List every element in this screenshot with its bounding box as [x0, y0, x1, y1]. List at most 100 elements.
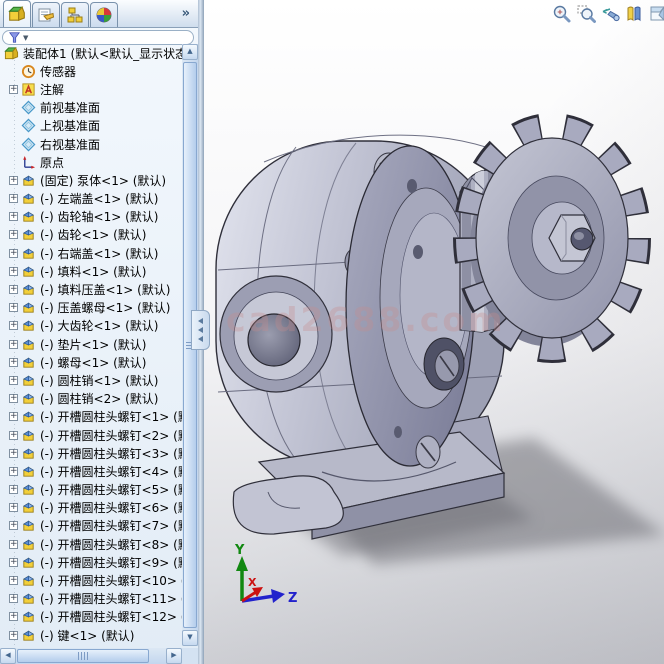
tree-root-label: 装配体1 (默认<默认_显示状态: [23, 45, 182, 62]
tab-overflow-chevron[interactable]: »: [182, 6, 190, 21]
expand-toggle[interactable]: +: [9, 503, 18, 512]
expand-toggle[interactable]: +: [9, 230, 18, 239]
part-icon: [21, 282, 36, 297]
tree-root-assembly[interactable]: 装配体1 (默认<默认_显示状态: [0, 44, 182, 62]
large-gear[interactable]: [468, 128, 636, 348]
tree-item[interactable]: +(-) 右端盖<1> (默认): [0, 244, 182, 262]
expand-toggle[interactable]: +: [9, 467, 18, 476]
tree-item[interactable]: +(-) 填料<1> (默认): [0, 262, 182, 280]
expand-toggle[interactable]: +: [9, 267, 18, 276]
tree-item[interactable]: +(-) 齿轮<1> (默认): [0, 226, 182, 244]
filter-bar[interactable]: ▼: [2, 30, 194, 45]
tree-item[interactable]: +(-) 开槽圆柱头螺钉<4> (默认): [0, 462, 182, 480]
expand-toggle[interactable]: +: [9, 285, 18, 294]
expand-toggle[interactable]: +: [9, 394, 18, 403]
tree-item-label: (-) 开槽圆柱头螺钉<3> (默认): [40, 445, 182, 462]
expand-toggle[interactable]: +: [9, 521, 18, 530]
filter-caret-icon[interactable]: ▼: [23, 34, 28, 42]
expand-toggle[interactable]: +: [9, 376, 18, 385]
triad-y-label: Y: [234, 543, 245, 558]
tree-item[interactable]: +(-) 开槽圆柱头螺钉<11> (默认): [0, 590, 182, 608]
displaymanager-tab[interactable]: [90, 2, 118, 27]
scroll-up-button[interactable]: ▲: [182, 44, 198, 60]
tree-item[interactable]: +(-) 填料压盖<1> (默认): [0, 280, 182, 298]
expand-toggle[interactable]: +: [9, 85, 18, 94]
tree-item-label: (-) 开槽圆柱头螺钉<6> (默认): [40, 499, 182, 516]
expand-toggle[interactable]: +: [9, 540, 18, 549]
tree-item[interactable]: + (-) 开槽圆柱头螺钉<3> (默认): [0, 444, 182, 462]
tree-horizontal-scrollbar[interactable]: ◀ ▶: [0, 648, 182, 664]
expand-toggle[interactable]: +: [9, 194, 18, 203]
zoom-in-out-icon[interactable]: [552, 4, 572, 24]
tree-item[interactable]: +(-) 开槽圆柱头螺钉<7> (默认): [0, 517, 182, 535]
scroll-down-button[interactable]: ▼: [182, 630, 198, 646]
tree-item[interactable]: +(-) 大齿轮<1> (默认): [0, 317, 182, 335]
part-icon: [21, 500, 36, 515]
part-icon: [21, 264, 36, 279]
expand-toggle[interactable]: +: [9, 176, 18, 185]
previous-view-icon[interactable]: [600, 4, 620, 24]
configurationmanager-tab[interactable]: [61, 2, 89, 27]
section-view-icon[interactable]: [624, 4, 644, 24]
tree-item[interactable]: +上视基准面: [0, 117, 182, 135]
tree-item[interactable]: +(固定) 泵体<1> (默认): [0, 171, 182, 189]
tree-item[interactable]: +(-) 螺母<1> (默认): [0, 353, 182, 371]
tree-item[interactable]: +(-) 垫片<1> (默认): [0, 335, 182, 353]
tree-item[interactable]: +(-) 开槽圆柱头螺钉<12> (默认): [0, 608, 182, 626]
tree-item-label: (-) 开槽圆柱头螺钉<8> (默认): [40, 536, 182, 553]
expand-toggle[interactable]: +: [9, 431, 18, 440]
port-bore: [248, 314, 300, 366]
tree-item[interactable]: +注解: [0, 80, 182, 98]
part-icon: [21, 409, 36, 424]
expand-toggle[interactable]: +: [9, 249, 18, 258]
scroll-right-button[interactable]: ▶: [166, 648, 182, 664]
expand-toggle[interactable]: +: [9, 594, 18, 603]
expand-toggle[interactable]: +: [9, 358, 18, 367]
expand-toggle[interactable]: +: [9, 212, 18, 221]
tree-item[interactable]: +(-) 圆柱销<1> (默认): [0, 371, 182, 389]
tree-item[interactable]: +原点: [0, 153, 182, 171]
part-icon: [21, 537, 36, 552]
tree-item[interactable]: + (-) 齿轮轴<1> (默认): [0, 208, 182, 226]
zoom-to-area-icon[interactable]: [576, 4, 596, 24]
scroll-left-button[interactable]: ◀: [0, 648, 16, 664]
end-cover-flange[interactable]: [346, 146, 474, 468]
triad-x-label: X: [248, 576, 257, 589]
tree-item[interactable]: + (-) 开槽圆柱头螺钉<6> (默认): [0, 499, 182, 517]
expand-toggle[interactable]: +: [9, 631, 18, 640]
expand-toggle[interactable]: +: [9, 485, 18, 494]
part-icon: [21, 318, 36, 333]
graphics-viewport[interactable]: Y Z X cad2688.com: [204, 0, 664, 664]
expand-toggle[interactable]: +: [9, 321, 18, 330]
expand-toggle[interactable]: +: [9, 303, 18, 312]
tree-item[interactable]: + (-) 圆柱销<2> (默认): [0, 390, 182, 408]
tree-item-label: (-) 圆柱销<2> (默认): [40, 390, 158, 407]
tree-item[interactable]: +前视基准面: [0, 99, 182, 117]
expand-toggle[interactable]: +: [9, 558, 18, 567]
tree-item[interactable]: +右视基准面: [0, 135, 182, 153]
featuremanager-tab[interactable]: [3, 0, 31, 27]
expand-toggle[interactable]: +: [9, 340, 18, 349]
tree-item[interactable]: +(-) 开槽圆柱头螺钉<10> (默认): [0, 571, 182, 589]
tree-item[interactable]: +传感器: [0, 62, 182, 80]
propertymanager-tab[interactable]: [32, 2, 60, 27]
tree-item[interactable]: +(-) 压盖螺母<1> (默认): [0, 299, 182, 317]
tree-item-label: (-) 齿轮轴<1> (默认): [40, 208, 158, 225]
tree-item[interactable]: +(-) 开槽圆柱头螺钉<1> (默认): [0, 408, 182, 426]
tree-item[interactable]: + (-) 开槽圆柱头螺钉<8> (默认): [0, 535, 182, 553]
expand-toggle[interactable]: +: [9, 449, 18, 458]
tree-item[interactable]: +(-) 开槽圆柱头螺钉<9> (默认): [0, 553, 182, 571]
view-orientation-icon[interactable]: [648, 4, 664, 24]
expand-toggle[interactable]: +: [9, 612, 18, 621]
tree-item[interactable]: +(-) 开槽圆柱头螺钉<5> (默认): [0, 481, 182, 499]
expand-toggle[interactable]: +: [9, 576, 18, 585]
horizontal-scroll-thumb[interactable]: [17, 649, 149, 663]
tree-item-label: 前视基准面: [40, 99, 100, 116]
tree-item[interactable]: +(-) 键<1> (默认): [0, 626, 182, 644]
part-icon: [21, 373, 36, 388]
expand-toggle[interactable]: +: [9, 412, 18, 421]
tree-item[interactable]: +(-) 开槽圆柱头螺钉<2> (默认): [0, 426, 182, 444]
tree-item[interactable]: +(-) 左端盖<1> (默认): [0, 190, 182, 208]
panel-collapse-tab[interactable]: [191, 310, 210, 350]
collapse-arrow-icon: [198, 318, 203, 324]
